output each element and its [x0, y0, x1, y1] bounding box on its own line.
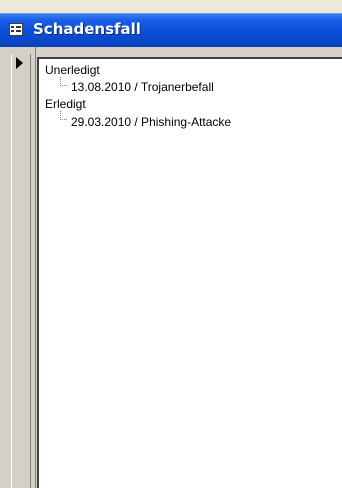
tree-node-phishing-attacke[interactable]: 29.03.2010 / Phishing-Attacke — [71, 114, 231, 130]
treeview-control[interactable]: Unerledigt 13.08.2010 / Trojanerbefall E… — [37, 57, 342, 488]
tree-node-trojanerbefall[interactable]: 13.08.2010 / Trojanerbefall — [71, 79, 214, 95]
window-title: Schadensfall — [33, 20, 141, 38]
current-record-arrow-icon — [16, 57, 23, 69]
title-bar[interactable]: Schadensfall — [0, 13, 342, 47]
record-selector[interactable] — [11, 54, 31, 488]
window-top-strip — [0, 0, 342, 13]
tree-node-unerledigt[interactable]: Unerledigt — [45, 62, 100, 78]
tree-connector-line — [60, 77, 67, 86]
tree-connector-line — [60, 111, 67, 120]
tree-node-erledigt[interactable]: Erledigt — [45, 96, 86, 112]
form-icon — [9, 23, 23, 36]
access-form-window: Schadensfall Unerledigt 13.08.2010 / Tro… — [0, 0, 342, 488]
